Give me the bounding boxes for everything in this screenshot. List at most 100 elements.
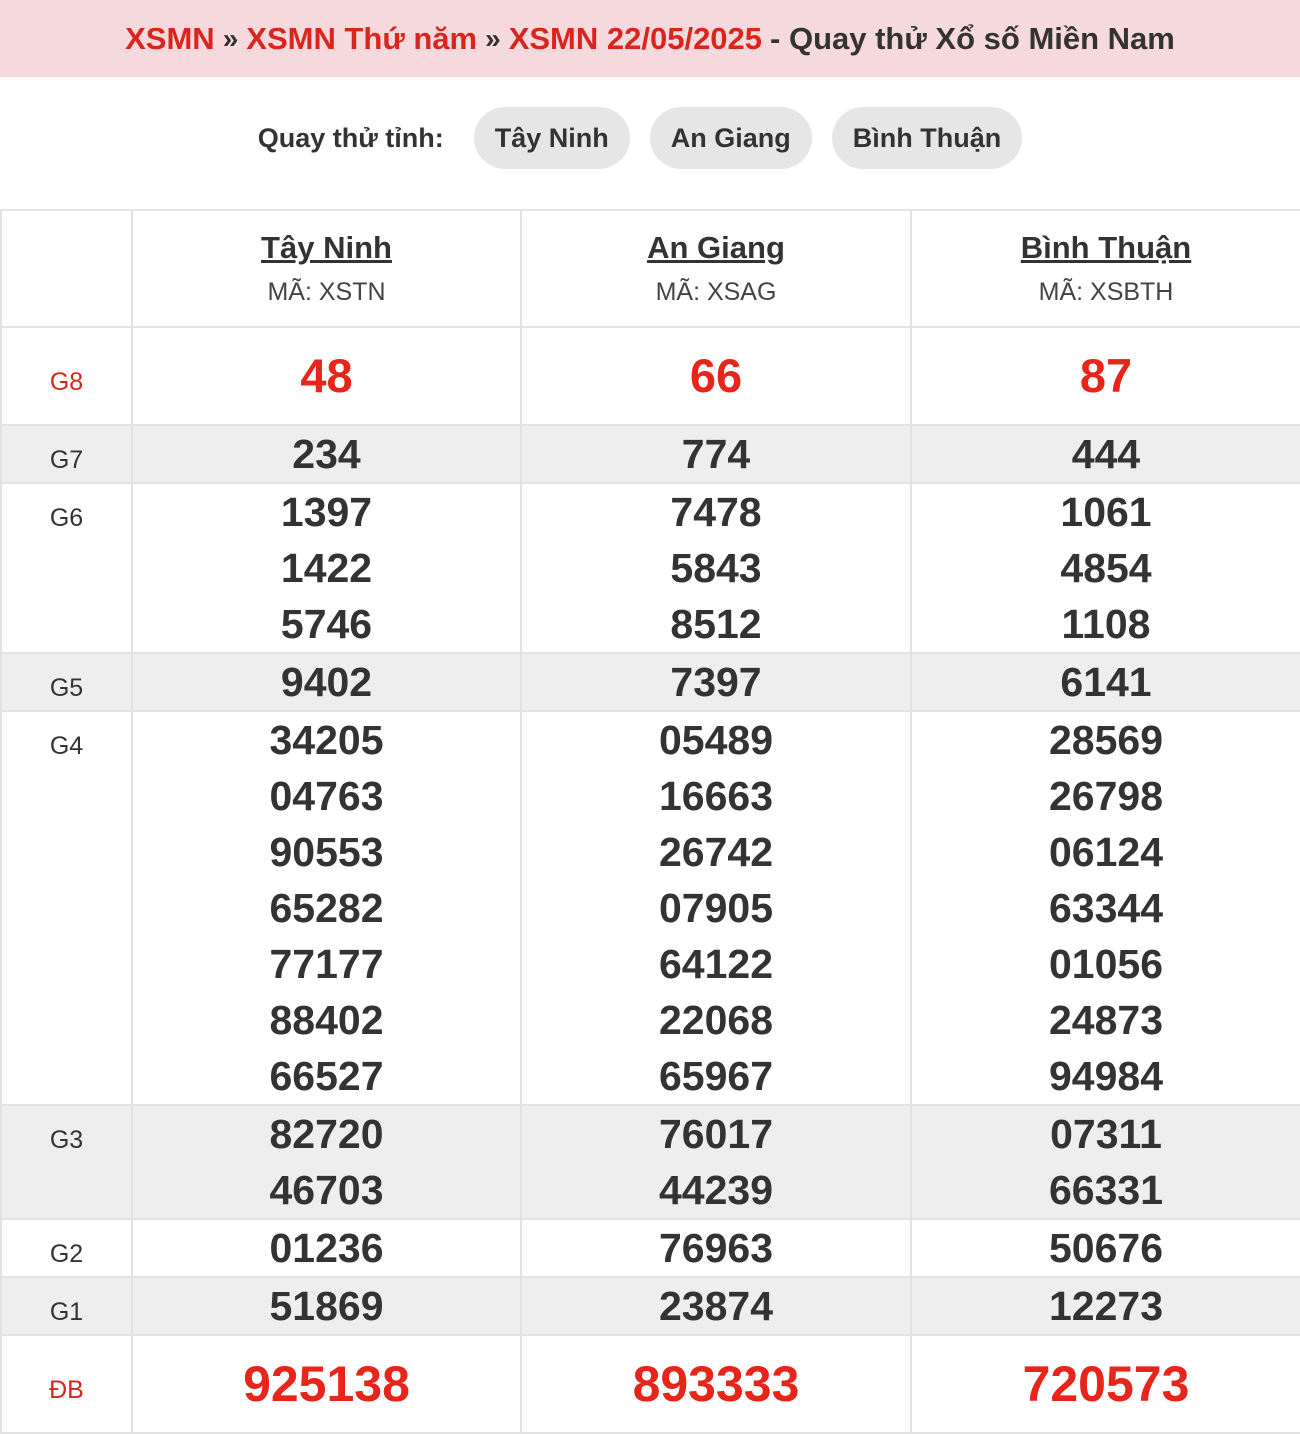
tab-binh-thuan[interactable]: Bình Thuận xyxy=(831,107,1023,169)
prize-number: 444 xyxy=(1071,431,1141,477)
prize-number: 893333 xyxy=(632,1356,800,1412)
prize-number: 44239 xyxy=(658,1167,773,1213)
prize-number: 66 xyxy=(689,349,743,402)
prize-number: 65967 xyxy=(658,1053,773,1099)
breadcrumb-link-date[interactable]: XSMN 22/05/2025 xyxy=(509,21,762,57)
page-title: - Quay thử Xổ số Miền Nam xyxy=(770,20,1175,56)
prize-number: 04763 xyxy=(269,773,384,819)
prize-number: 76963 xyxy=(658,1225,773,1271)
province-link-tay-ninh[interactable]: Tây Ninh xyxy=(133,230,520,266)
prize-row: G3 82720 46703 76017 44239 07311 66331 xyxy=(0,1104,1300,1220)
prize-number: 06124 xyxy=(1048,829,1163,875)
prize-row: G7 234 774 444 xyxy=(0,424,1300,484)
prize-cell: 1397 1422 5746 xyxy=(131,482,522,654)
prize-row: G5 9402 7397 6141 xyxy=(0,652,1300,712)
prize-number: 1108 xyxy=(1061,601,1151,647)
prize-number: 77177 xyxy=(269,941,384,987)
prize-number: 22068 xyxy=(658,997,773,1043)
prize-label: G1 xyxy=(0,1276,133,1336)
prize-cell: 893333 xyxy=(520,1334,912,1434)
prize-row: G2 01236 76963 50676 xyxy=(0,1218,1300,1278)
prize-cell: 444 xyxy=(910,424,1300,484)
prize-row: G1 51869 23874 12273 xyxy=(0,1276,1300,1336)
province-code: MÃ: XSTN xyxy=(267,278,386,306)
prize-cell: 925138 xyxy=(131,1334,522,1434)
prize-number: 720573 xyxy=(1022,1356,1190,1412)
prize-label: G8 xyxy=(0,326,133,426)
province-header-binh-thuan: Bình Thuận MÃ: XSBTH xyxy=(910,209,1300,328)
prize-cell: 6141 xyxy=(910,652,1300,712)
prize-number: 1061 xyxy=(1060,489,1152,535)
prize-label: G4 xyxy=(0,710,133,1106)
breadcrumb-link-xsmn[interactable]: XSMN xyxy=(125,21,215,57)
prize-cell: 9402 xyxy=(131,652,522,712)
prize-number: 7478 xyxy=(670,489,762,535)
prize-number: 82720 xyxy=(269,1111,384,1157)
prize-cell: 82720 46703 xyxy=(131,1104,522,1220)
header-corner-cell xyxy=(0,209,133,328)
prize-number: 66527 xyxy=(269,1053,384,1099)
province-link-binh-thuan[interactable]: Bình Thuận xyxy=(912,230,1300,266)
prize-row: G8 48 66 87 xyxy=(0,326,1300,426)
prize-number: 28569 xyxy=(1048,717,1163,763)
prize-number: 51869 xyxy=(269,1283,384,1329)
prize-label: G7 xyxy=(0,424,133,484)
prize-cell: 1061 4854 1108 xyxy=(910,482,1300,654)
prize-number: 01236 xyxy=(269,1225,384,1271)
prize-number: 4854 xyxy=(1060,545,1152,591)
province-tabs: Quay thử tỉnh: Tây Ninh An Giang Bình Th… xyxy=(0,107,1300,169)
prize-number: 94984 xyxy=(1048,1053,1163,1099)
tab-tay-ninh[interactable]: Tây Ninh xyxy=(473,107,630,169)
prize-cell: 05489 16663 26742 07905 64122 22068 65967 xyxy=(520,710,912,1106)
breadcrumb-separator: » xyxy=(222,22,239,54)
prize-cell: 774 xyxy=(520,424,912,484)
prize-number: 05489 xyxy=(658,717,773,763)
prize-cell: 66 xyxy=(520,326,912,426)
prize-number: 16663 xyxy=(658,773,773,819)
prize-number: 07311 xyxy=(1050,1111,1162,1157)
prize-number: 7397 xyxy=(670,659,762,705)
prize-number: 234 xyxy=(292,431,361,477)
province-header-an-giang: An Giang MÃ: XSAG xyxy=(520,209,912,328)
prize-number: 9402 xyxy=(280,659,373,705)
prize-number: 1397 xyxy=(280,489,373,535)
prize-cell: 51869 xyxy=(131,1276,522,1336)
table-header-row: Tây Ninh MÃ: XSTN An Giang MÃ: XSAG Bình… xyxy=(0,209,1300,328)
prize-cell: 23874 xyxy=(520,1276,912,1336)
prize-cell: 7478 5843 8512 xyxy=(520,482,912,654)
prize-number: 88402 xyxy=(269,997,384,1043)
prize-number: 50676 xyxy=(1048,1225,1163,1271)
prize-number: 87 xyxy=(1079,349,1133,402)
results-table: Tây Ninh MÃ: XSTN An Giang MÃ: XSAG Bình… xyxy=(0,209,1300,1434)
breadcrumb-link-thu-nam[interactable]: XSMN Thứ năm xyxy=(246,21,477,57)
province-header-tay-ninh: Tây Ninh MÃ: XSTN xyxy=(131,209,522,328)
prize-number: 65282 xyxy=(269,885,384,931)
prize-row: G6 1397 1422 5746 7478 5843 8512 1061 4854 1108 xyxy=(0,482,1300,654)
prize-number: 5746 xyxy=(280,601,373,647)
prize-cell: 01236 xyxy=(131,1218,522,1278)
tab-an-giang[interactable]: An Giang xyxy=(649,107,812,169)
province-code: MÃ: XSBTH xyxy=(1038,278,1174,306)
prize-row: G4 34205 04763 90553 65282 77177 88402 66527 054… xyxy=(0,710,1300,1106)
prize-number: 6141 xyxy=(1060,659,1152,705)
prize-number: 76017 xyxy=(658,1111,773,1157)
prize-cell: 87 xyxy=(910,326,1300,426)
prize-number: 1422 xyxy=(280,545,373,591)
prize-row: ĐB 925138 893333 720573 xyxy=(0,1334,1300,1434)
prize-number: 48 xyxy=(300,349,353,402)
province-link-an-giang[interactable]: An Giang xyxy=(522,230,910,266)
prize-number: 34205 xyxy=(269,717,384,763)
prize-cell: 48 xyxy=(131,326,522,426)
prize-cell: 720573 xyxy=(910,1334,1300,1434)
prize-cell: 76017 44239 xyxy=(520,1104,912,1220)
prize-number: 63344 xyxy=(1048,885,1163,931)
prize-cell: 28569 26798 06124 63344 01056 24873 94984 xyxy=(910,710,1300,1106)
prize-label: G2 xyxy=(0,1218,133,1278)
prize-number: 23874 xyxy=(658,1283,773,1329)
prize-cell: 07311 66331 xyxy=(910,1104,1300,1220)
prize-number: 925138 xyxy=(243,1356,410,1412)
prize-number: 90553 xyxy=(269,829,384,875)
prize-cell: 50676 xyxy=(910,1218,1300,1278)
province-tabs-label: Quay thử tỉnh: xyxy=(257,122,444,153)
prize-table-body: G8 48 66 87 G7 234 774 444 G6 1397 1422 5746 7478 584… xyxy=(0,326,1300,1434)
